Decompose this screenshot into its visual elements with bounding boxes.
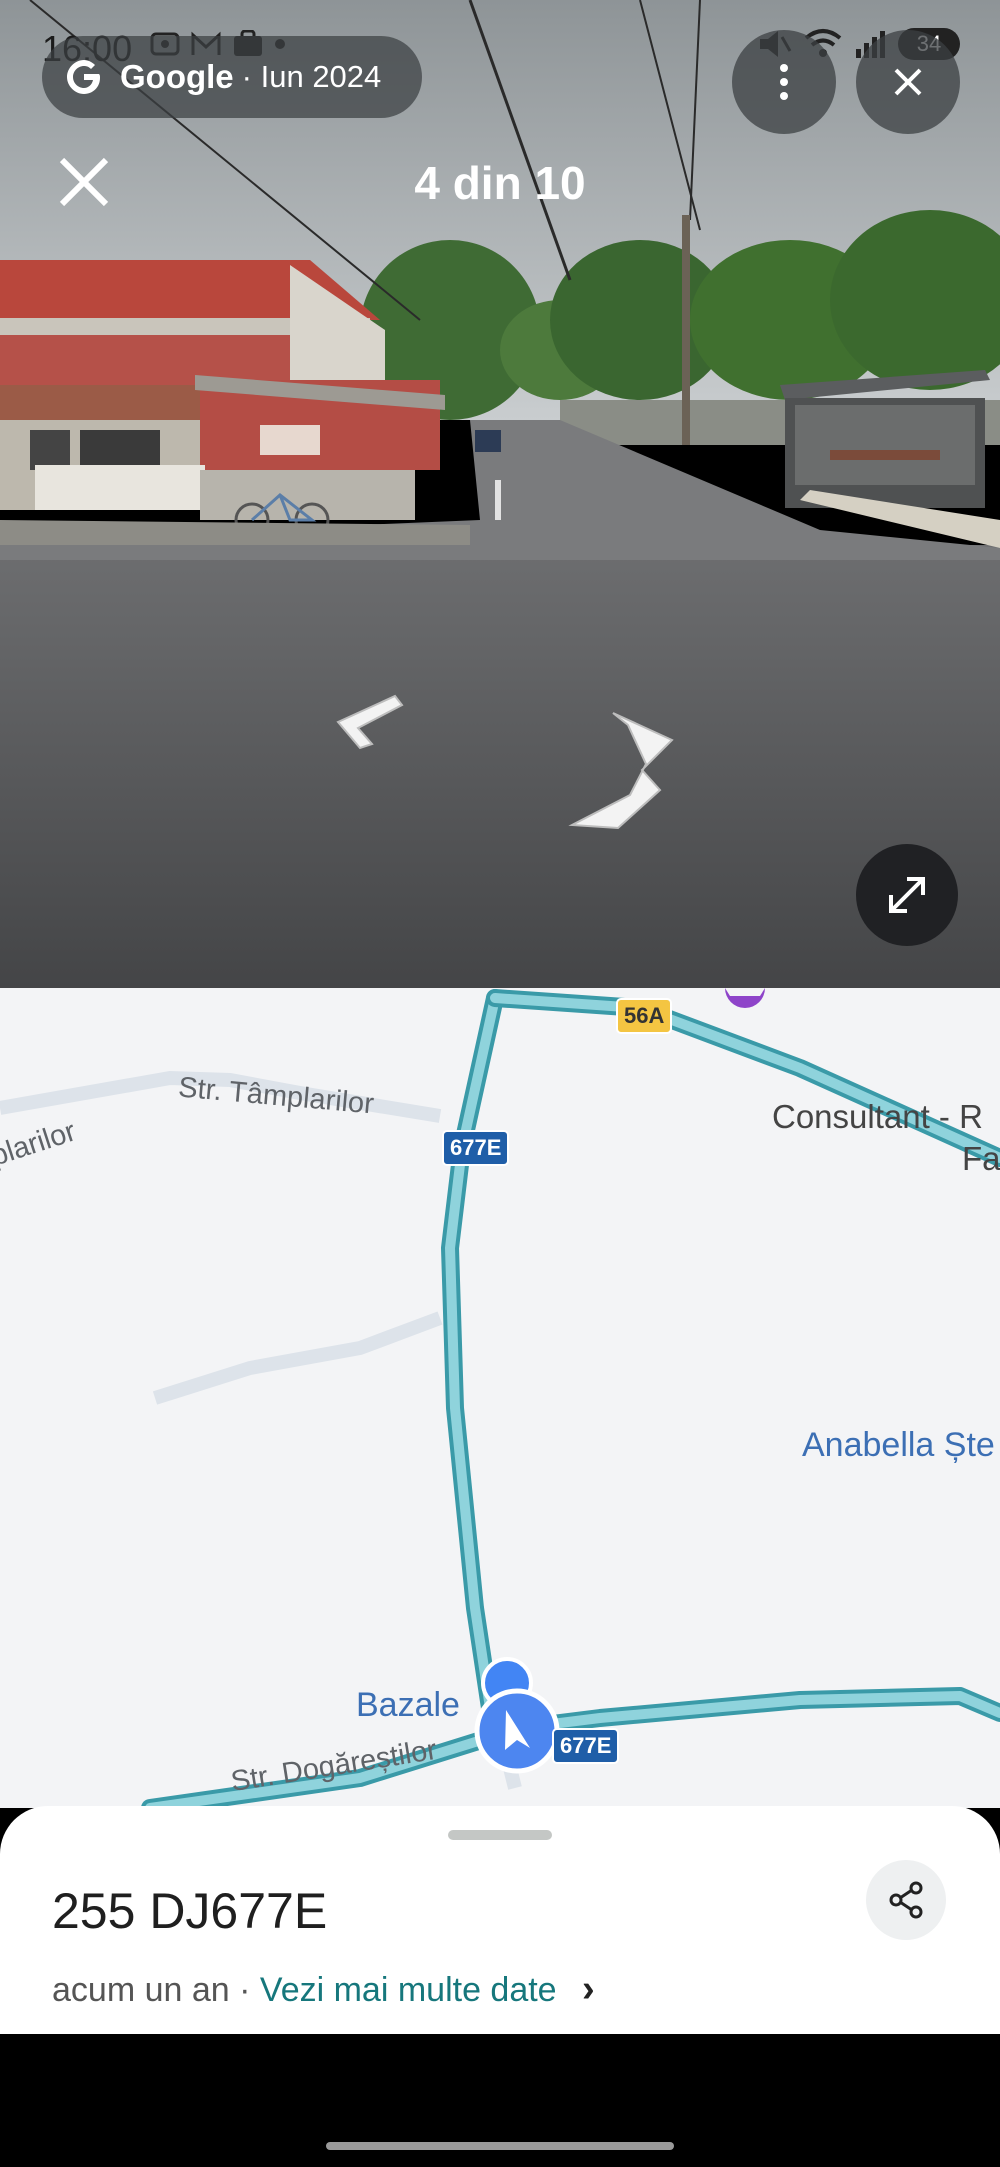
chevron-right-icon[interactable]: ›	[582, 1968, 595, 2010]
address-title: 255 DJ677E	[52, 1883, 328, 1939]
share-button[interactable]	[866, 1860, 946, 1940]
meta-separator: ·	[229, 1971, 260, 2009]
route-shield-677e: 677E	[442, 1130, 510, 1166]
road-minor	[152, 1311, 443, 1405]
street-view-panorama[interactable]: 16:00 34 Google · Iun 2024 4 di	[0, 0, 1000, 988]
system-nav-bar	[0, 2034, 1000, 2167]
expand-icon	[889, 877, 925, 913]
poi-label-bazale[interactable]: Bazale	[356, 1686, 460, 1725]
route-shield-677e-south: 677E	[552, 1728, 620, 1764]
street-scene-image	[0, 0, 1000, 988]
poi-label-consultant-line2[interactable]: Fa	[962, 1140, 1000, 1178]
more-dates-link[interactable]: Vezi mai multe date	[260, 1971, 557, 2009]
drag-handle[interactable]	[448, 1830, 552, 1840]
google-g-icon	[67, 60, 100, 94]
share-icon	[889, 1881, 923, 1919]
location-info-sheet[interactable]: 255 DJ677E acum un an · Vezi mai multe d…	[0, 1806, 1000, 2034]
more-vert-icon	[780, 64, 788, 100]
road-677e-north	[445, 993, 500, 1713]
close-icon	[894, 68, 922, 96]
close-viewer-button[interactable]	[856, 30, 960, 134]
capture-info-row: acum un an · Vezi mai multe date ›	[52, 1968, 595, 2011]
poi-label-consultant[interactable]: Consultant - R	[772, 1098, 983, 1136]
brand-name: Google	[120, 58, 234, 95]
mini-map[interactable]: Str. Tâmplarilor plarilor Str. Dogărești…	[0, 988, 1000, 1808]
more-options-button[interactable]	[732, 30, 836, 134]
photo-counter: 4 din 10	[414, 157, 586, 209]
home-gesture-handle[interactable]	[326, 2142, 674, 2150]
poi-label-anabella[interactable]: Anabella Ște	[802, 1426, 995, 1465]
capture-date: · Iun 2024	[241, 59, 382, 94]
fullscreen-button[interactable]	[856, 844, 958, 946]
time-ago: acum un an	[52, 1971, 230, 2009]
imagery-source-pill[interactable]: Google · Iun 2024	[42, 36, 422, 118]
poi-pin-purple[interactable]	[725, 988, 765, 1008]
route-shield-56a: 56A	[616, 998, 673, 1034]
